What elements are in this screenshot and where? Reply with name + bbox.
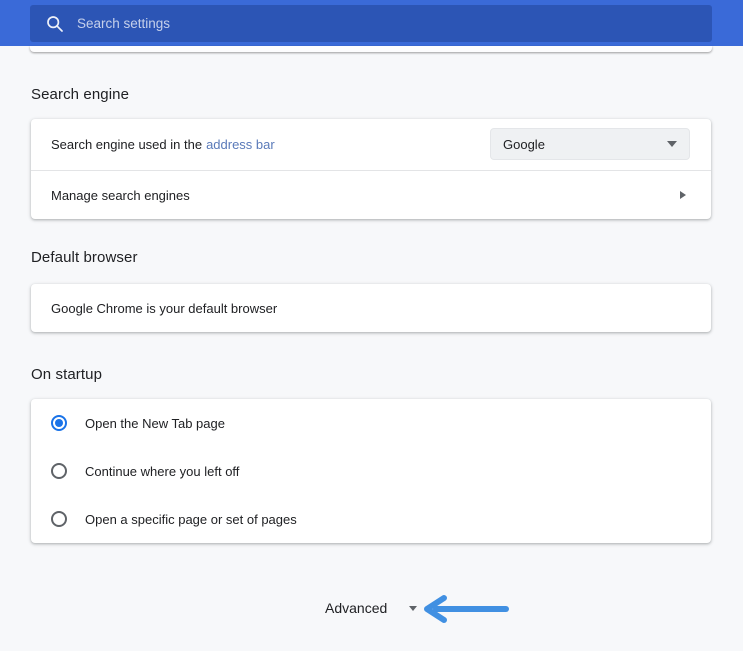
section-title-on-startup: On startup — [31, 366, 102, 383]
search-engine-card: Search engine used in the address bar Go… — [31, 119, 711, 219]
search-engine-row: Search engine used in the address bar Go… — [31, 119, 711, 170]
search-engine-row-text: Search engine used in the — [51, 137, 202, 152]
startup-option-label: Open the New Tab page — [85, 416, 225, 431]
manage-search-engines-row[interactable]: Manage search engines — [31, 171, 711, 219]
startup-option-continue[interactable]: Continue where you left off — [31, 447, 711, 495]
startup-option-specific-pages[interactable]: Open a specific page or set of pages — [31, 495, 711, 543]
startup-option-label: Open a specific page or set of pages — [85, 512, 297, 527]
chevron-right-icon — [680, 191, 686, 199]
address-bar-link[interactable]: address bar — [206, 137, 275, 152]
section-title-default-browser: Default browser — [31, 249, 138, 266]
settings-search-box[interactable] — [30, 5, 712, 42]
search-engine-select-value: Google — [503, 137, 545, 152]
manage-search-engines-label: Manage search engines — [51, 188, 190, 203]
settings-page: Search engine Search engine used in the … — [0, 0, 743, 651]
startup-option-label: Continue where you left off — [85, 464, 239, 479]
scrolled-card-bottom-edge — [30, 46, 712, 52]
advanced-label: Advanced — [325, 600, 387, 616]
radio-unselected-icon[interactable] — [51, 463, 67, 479]
on-startup-card: Open the New Tab page Continue where you… — [31, 399, 711, 543]
radio-selected-icon[interactable] — [51, 415, 67, 431]
chevron-down-icon — [409, 606, 417, 611]
annotation-arrow-icon — [420, 593, 515, 625]
search-engine-select[interactable]: Google — [490, 128, 690, 160]
radio-unselected-icon[interactable] — [51, 511, 67, 527]
startup-option-new-tab[interactable]: Open the New Tab page — [31, 399, 711, 447]
search-icon — [46, 15, 64, 33]
advanced-toggle[interactable]: Advanced — [325, 598, 417, 618]
default-browser-status: Google Chrome is your default browser — [31, 284, 711, 332]
default-browser-card: Google Chrome is your default browser — [31, 284, 711, 332]
section-title-search-engine: Search engine — [31, 86, 129, 103]
search-settings-input[interactable] — [77, 16, 712, 31]
settings-search-header — [0, 0, 743, 46]
chevron-down-icon — [667, 141, 677, 147]
